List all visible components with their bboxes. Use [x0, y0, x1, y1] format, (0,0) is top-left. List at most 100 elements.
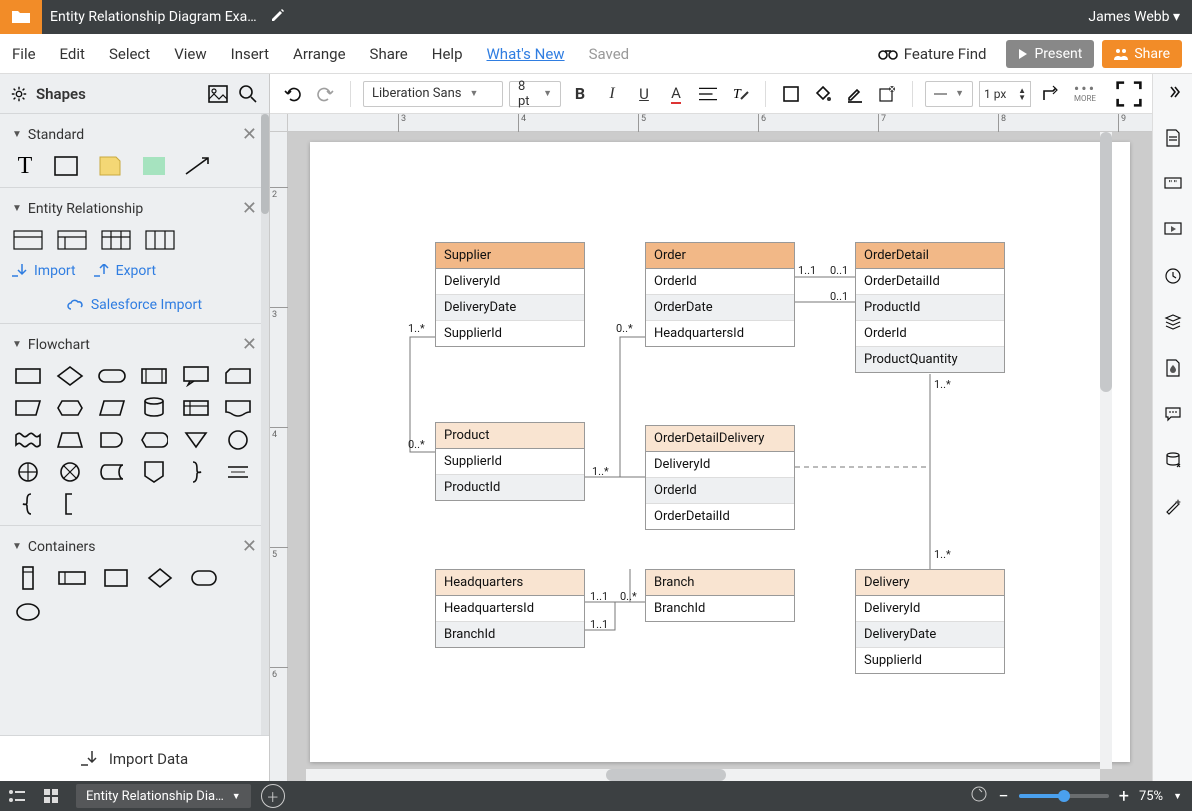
fc-brace-r[interactable] [180, 461, 212, 483]
outline-icon[interactable] [0, 781, 34, 811]
er-import[interactable]: Import [12, 263, 76, 279]
border-color-icon[interactable] [842, 81, 868, 107]
entity-branch[interactable]: Branch BranchId [645, 569, 795, 622]
collapse-dock-icon[interactable] [1161, 80, 1185, 104]
image-icon[interactable] [207, 83, 229, 105]
close-icon[interactable]: ✕ [242, 198, 257, 219]
v-scrollbar-thumb[interactable] [1100, 132, 1112, 392]
fc-hex[interactable] [54, 397, 86, 419]
page-icon[interactable] [1161, 126, 1185, 150]
shape-rectangle[interactable] [50, 155, 82, 177]
fc-rect[interactable] [12, 365, 44, 387]
shape-er-2[interactable] [56, 229, 88, 251]
zoom-out-button[interactable]: − [998, 786, 1008, 807]
fc-stored[interactable] [96, 461, 128, 483]
entity-product[interactable]: Product SupplierId ProductId [435, 422, 585, 501]
shape-note[interactable] [94, 155, 126, 177]
shape-block[interactable] [138, 155, 170, 177]
fc-predefined[interactable] [138, 365, 170, 387]
menu-share[interactable]: Share [358, 45, 420, 63]
user-menu[interactable]: James Webb ▾ [1088, 9, 1192, 25]
er-salesforce-import[interactable]: Salesforce Import [12, 297, 257, 313]
entity-headquarters[interactable]: Headquarters HeadquartersId BranchId [435, 569, 585, 648]
entity-delivery[interactable]: Delivery DeliveryId DeliveryDate Supplie… [855, 569, 1005, 674]
gear-icon[interactable] [10, 85, 28, 103]
grid-icon[interactable] [34, 781, 68, 811]
h-scrollbar-thumb[interactable] [606, 769, 726, 781]
category-er-header[interactable]: ▼Entity Relationship✕ [12, 198, 257, 219]
fc-delay[interactable] [96, 429, 128, 451]
cont-3[interactable] [100, 567, 132, 589]
font-select[interactable]: Liberation Sans▼ [363, 81, 503, 107]
shape-arrow[interactable] [182, 155, 214, 177]
cont-4[interactable] [144, 567, 176, 589]
undo-icon[interactable] [280, 81, 306, 107]
fill-color-icon[interactable] [810, 81, 836, 107]
fc-wave[interactable] [12, 429, 44, 451]
fc-brace-l[interactable] [12, 493, 44, 515]
cont-6[interactable] [12, 601, 44, 623]
fc-display[interactable] [138, 429, 170, 451]
zoom-menu-icon[interactable]: ▼ [1173, 791, 1182, 802]
fc-terminator[interactable] [96, 365, 128, 387]
fc-sum[interactable] [12, 461, 44, 483]
shape-er-4[interactable] [144, 229, 176, 251]
category-standard-header[interactable]: ▼Standard✕ [12, 124, 257, 145]
fc-bracket[interactable] [54, 493, 86, 515]
fc-internal[interactable] [180, 397, 212, 419]
h-scrollbar[interactable] [306, 769, 1100, 781]
menu-file[interactable]: File [0, 45, 48, 63]
drop-icon[interactable] [1161, 356, 1185, 380]
close-icon[interactable]: ✕ [242, 124, 257, 145]
presentation-icon[interactable] [1161, 218, 1185, 242]
zoom-value[interactable]: 75% [1139, 789, 1163, 804]
fc-card[interactable] [222, 365, 254, 387]
folder-icon[interactable] [0, 0, 42, 34]
fc-manual[interactable] [12, 397, 44, 419]
more-button[interactable]: •••MORE [1069, 84, 1101, 103]
underline-icon[interactable]: U [631, 81, 657, 107]
menu-view[interactable]: View [162, 45, 218, 63]
category-containers-header[interactable]: ▼Containers✕ [12, 536, 257, 557]
redo-icon[interactable] [312, 81, 338, 107]
fc-para[interactable] [96, 397, 128, 419]
close-icon[interactable]: ✕ [242, 536, 257, 557]
line-style-select[interactable]: ▼ [925, 81, 973, 107]
menu-insert[interactable]: Insert [219, 45, 281, 63]
fullscreen-icon[interactable] [1116, 81, 1142, 107]
left-scrollbar-thumb[interactable] [261, 114, 269, 214]
fc-diamond[interactable] [54, 365, 86, 387]
search-icon[interactable] [237, 83, 259, 105]
font-size-select[interactable]: 8 pt▼ [509, 81, 561, 107]
edit-title-icon[interactable] [271, 8, 285, 26]
fc-cylinder[interactable] [138, 397, 170, 419]
entity-orderdetail[interactable]: OrderDetail OrderDetailId ProductId Orde… [855, 242, 1005, 373]
fc-doc[interactable] [222, 397, 254, 419]
line-width-input[interactable]: 1 px▲▼ [979, 81, 1031, 107]
chat-icon[interactable] [1161, 402, 1185, 426]
menu-edit[interactable]: Edit [48, 45, 97, 63]
magic-icon[interactable] [1161, 494, 1185, 518]
text-color-icon[interactable]: A [663, 81, 689, 107]
fc-merge[interactable] [180, 429, 212, 451]
page[interactable]: Supplier DeliveryId DeliveryDate Supplie… [310, 142, 1130, 762]
clear-format-icon[interactable]: T [727, 81, 753, 107]
zoom-in-button[interactable]: + [1119, 786, 1129, 807]
fc-trap[interactable] [54, 429, 86, 451]
cont-1[interactable] [12, 567, 44, 589]
feature-find[interactable]: Feature Find [866, 45, 999, 63]
comment-icon[interactable]: "" [1161, 172, 1185, 196]
fc-connector[interactable] [222, 429, 254, 451]
fc-callout[interactable] [180, 365, 212, 387]
menu-arrange[interactable]: Arrange [281, 45, 357, 63]
autosave-icon[interactable] [970, 785, 988, 807]
menu-whatsnew[interactable]: What's New [475, 45, 577, 63]
page-tab[interactable]: Entity Relationship Dia…▼ [76, 784, 251, 808]
doc-title[interactable]: Entity Relationship Diagram Exa… [42, 9, 257, 25]
entity-supplier[interactable]: Supplier DeliveryId DeliveryDate Supplie… [435, 242, 585, 347]
cont-2[interactable] [56, 567, 88, 589]
shape-fill-icon[interactable] [778, 81, 804, 107]
data-icon[interactable] [1161, 448, 1185, 472]
close-icon[interactable]: ✕ [242, 334, 257, 355]
canvas[interactable]: Supplier DeliveryId DeliveryDate Supplie… [288, 132, 1152, 781]
